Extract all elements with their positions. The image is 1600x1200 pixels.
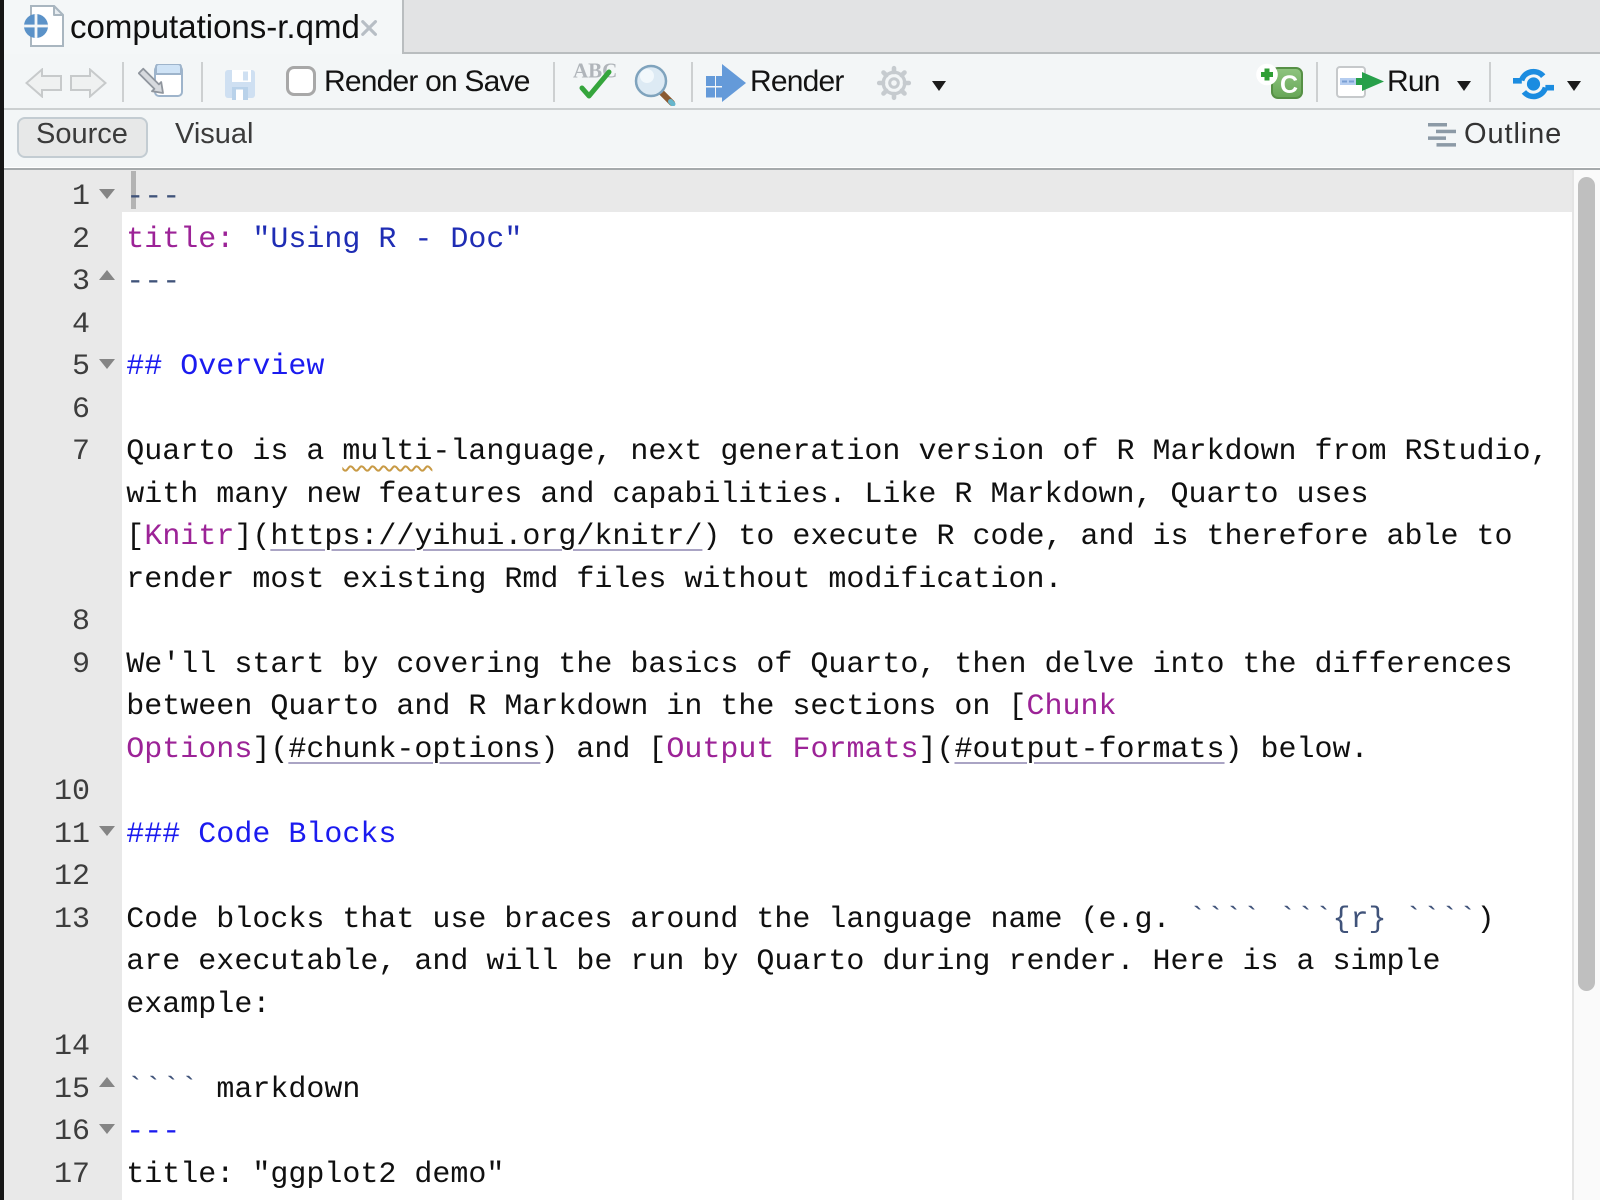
svg-text:C: C xyxy=(1280,71,1298,99)
